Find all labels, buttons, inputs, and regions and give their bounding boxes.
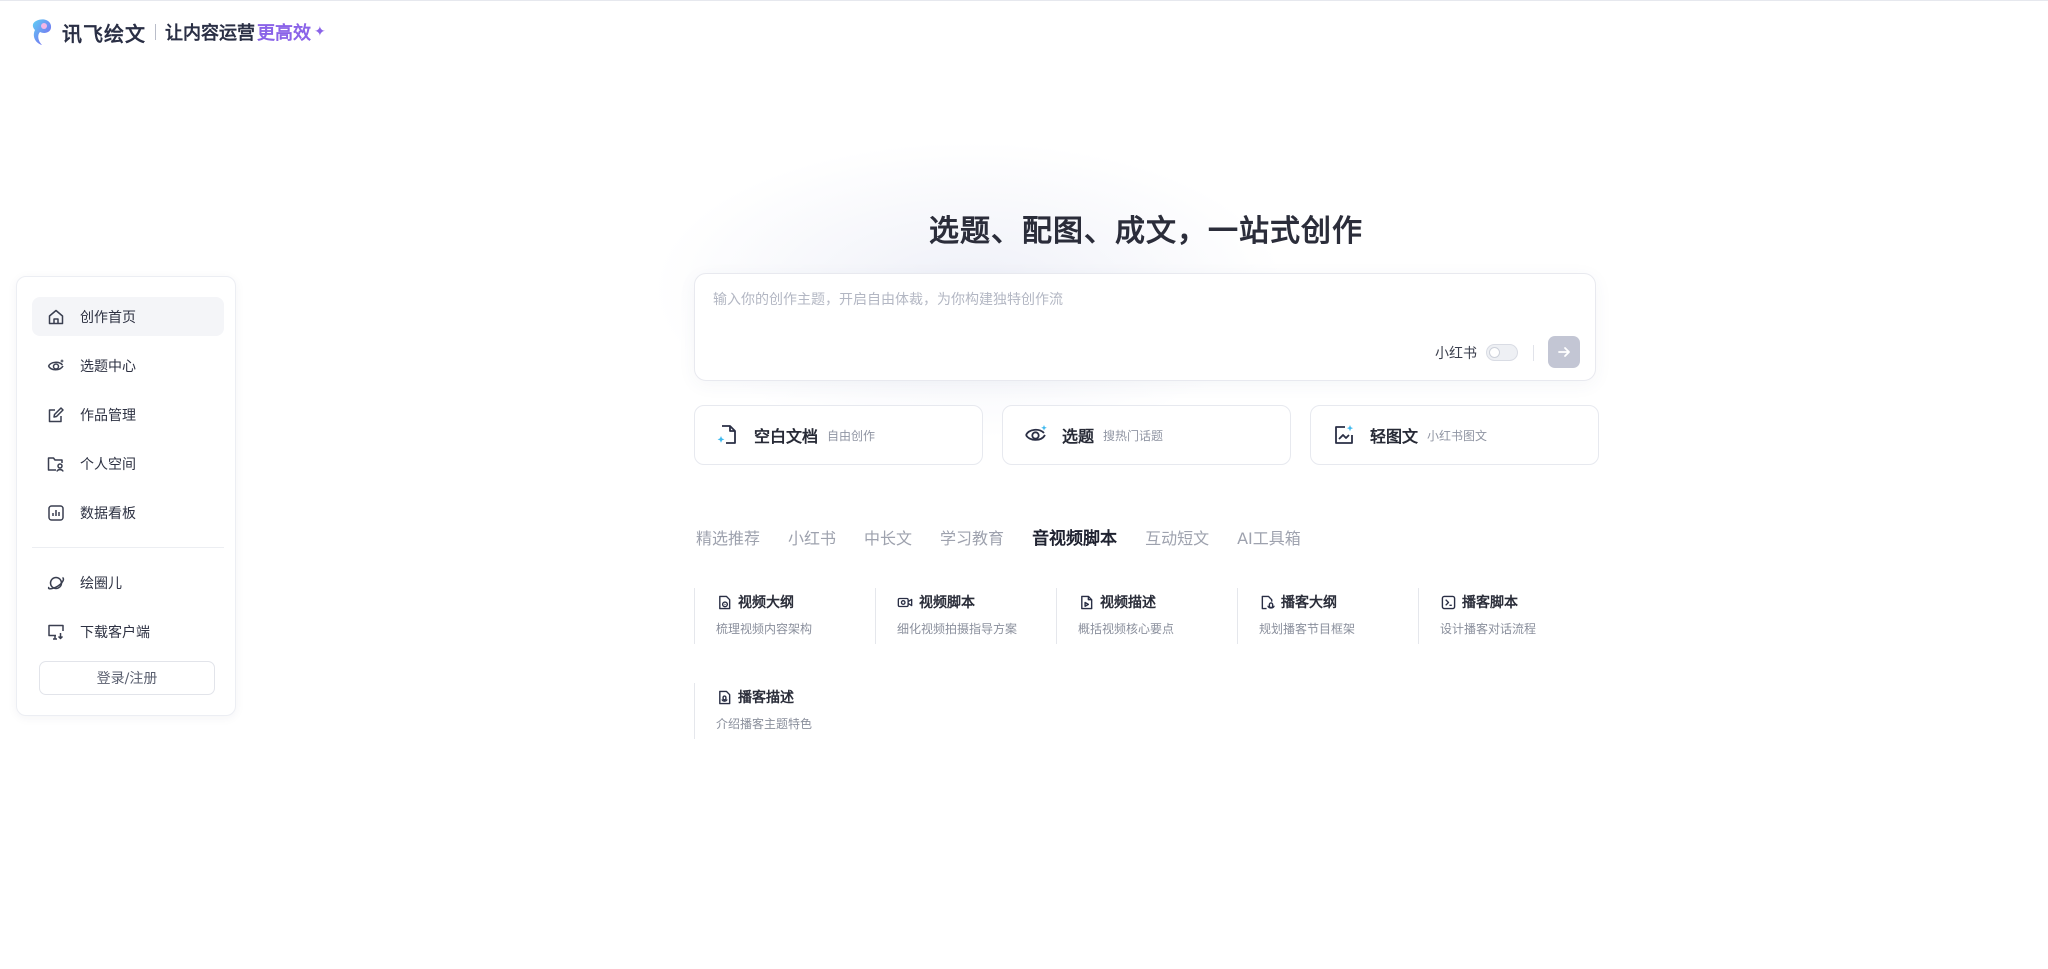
video-outline-icon [716,594,732,610]
podcast-doc-icon [716,689,732,705]
card-title: 选题 [1062,427,1095,446]
tool-title: 视频脚本 [919,595,975,611]
send-button[interactable] [1548,336,1580,368]
sidebar-item-label: 创作首页 [80,309,136,326]
podcast-script-icon [1440,594,1456,610]
prompt-input[interactable] [711,284,1575,316]
tab-interactive[interactable]: 互动短文 [1145,525,1209,549]
sidebar-item-label: 作品管理 [80,407,136,424]
brand-slogan: 让内容运营 [165,23,255,44]
sidebar-item-dashboard[interactable]: 数据看板 [32,493,224,532]
category-tabs: 精选推荐 小红书 中长文 学习教育 音视频脚本 互动短文 AI工具箱 [696,524,1329,550]
tab-ai-toolbox[interactable]: AI工具箱 [1237,525,1301,549]
tab-education[interactable]: 学习教育 [940,525,1004,549]
tool-subtitle: 细化视频拍摄指导方案 [897,622,1018,636]
tool-podcast-script[interactable]: 播客脚本 设计播客对话流程 [1418,588,1594,644]
folder-user-icon [46,454,66,474]
tool-subtitle: 概括视频核心要点 [1078,622,1175,636]
brand-mark-icon [32,19,52,45]
sidebar-item-label: 选题中心 [80,358,136,375]
tool-title: 播客大纲 [1281,595,1337,611]
sidebar-item-download[interactable]: 下载客户端 [32,612,224,651]
brand-logo[interactable]: 讯飞绘文 让内容运营 更高效 ✦ [30,15,326,49]
sidebar-divider [32,547,224,548]
tab-av-script[interactable]: 音视频脚本 [1032,524,1117,549]
sidebar-item-label: 数据看板 [80,505,136,522]
tool-title: 播客脚本 [1462,595,1518,611]
brand-slogan-accent: 更高效 [257,23,311,44]
eye-spark-icon [46,356,66,376]
tool-title: 播客描述 [738,690,794,706]
desktop-download-icon [46,622,66,642]
sidebar-item-community[interactable]: 绘圈儿 [32,563,224,602]
card-subtitle: 自由创作 [827,428,876,443]
home-icon [46,307,66,327]
card-title: 空白文档 [754,427,819,446]
tool-title: 视频描述 [1100,595,1156,611]
image-text-icon [1331,422,1357,448]
logo-divider [155,24,156,40]
tool-video-description[interactable]: 视频描述 概括视频核心要点 [1056,588,1232,644]
login-register-button[interactable]: 登录/注册 [39,661,215,695]
xiaohongshu-toggle[interactable] [1486,344,1518,361]
tool-video-outline[interactable]: 视频大纲 梳理视频内容架构 [694,588,870,644]
card-subtitle: 搜热门话题 [1103,428,1164,443]
card-title: 轻图文 [1370,427,1419,446]
tool-subtitle: 规划播客节目框架 [1259,622,1356,636]
tool-podcast-outline[interactable]: 播客大纲 规划播客节目框架 [1237,588,1413,644]
edit-icon [46,405,66,425]
blank-doc-icon [715,422,741,448]
sparkle-icon: ✦ [314,24,326,40]
blank-doc-card[interactable]: 空白文档 自由创作 [694,405,983,465]
sidebar-item-works[interactable]: 作品管理 [32,395,224,434]
light-post-card[interactable]: 轻图文 小红书图文 [1310,405,1599,465]
sidebar: 创作首页 选题中心 作品管理 个人空间 数据看板 绘圈儿 下载客户端 登录/注册 [16,276,236,716]
brand-name: 讯飞绘文 [62,21,146,46]
tab-xiaohongshu[interactable]: 小红书 [788,525,836,549]
video-camera-icon [897,594,913,610]
arrow-right-icon [1558,347,1570,357]
page-title: 选题、配图、成文，一站式创作 [929,214,1363,249]
topic-card[interactable]: 选题 搜热门话题 [1002,405,1291,465]
sidebar-item-space[interactable]: 个人空间 [32,444,224,483]
card-subtitle: 小红书图文 [1427,428,1488,443]
eye-spark-icon [1023,422,1049,448]
tool-video-script[interactable]: 视频脚本 细化视频拍摄指导方案 [875,588,1051,644]
xiaohongshu-toggle-label: 小红书 [1435,346,1477,362]
tool-title: 视频大纲 [738,595,794,611]
top-border [0,0,2048,1]
tab-featured[interactable]: 精选推荐 [696,525,760,549]
sidebar-item-label: 个人空间 [80,456,136,473]
video-doc-icon [1078,594,1094,610]
planet-icon [46,573,66,593]
tool-subtitle: 梳理视频内容架构 [716,622,813,636]
tab-long-article[interactable]: 中长文 [864,525,912,549]
tool-subtitle: 介绍播客主题特色 [716,717,813,731]
sidebar-item-label: 下载客户端 [80,624,150,641]
sidebar-item-home[interactable]: 创作首页 [32,297,224,336]
tool-subtitle: 设计播客对话流程 [1440,622,1537,636]
prompt-box: 小红书 [694,273,1596,381]
prompt-divider [1533,345,1534,361]
podcast-outline-icon [1259,594,1275,610]
sidebar-item-label: 绘圈儿 [80,575,122,592]
toggle-knob [1489,347,1500,358]
chart-icon [46,503,66,523]
tool-podcast-description[interactable]: 播客描述 介绍播客主题特色 [694,683,870,739]
sidebar-item-topics[interactable]: 选题中心 [32,346,224,385]
